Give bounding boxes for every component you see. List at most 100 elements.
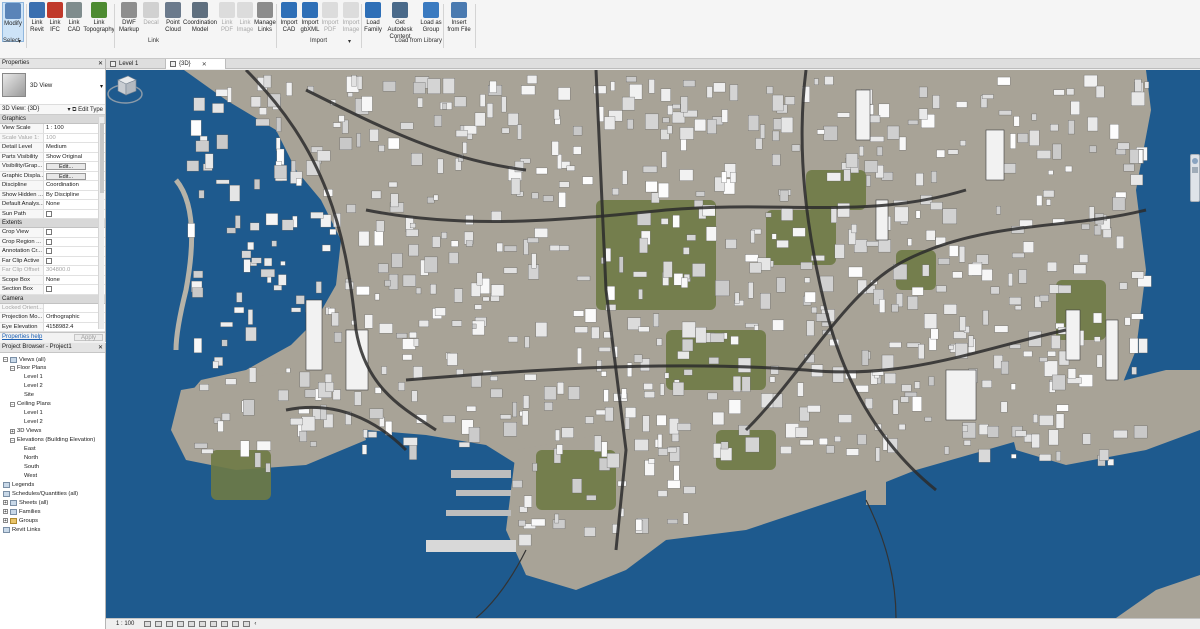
- import-pdf-button[interactable]: Import PDF: [320, 2, 340, 42]
- shadows-icon[interactable]: [177, 621, 185, 627]
- browser-item[interactable]: Level 2: [24, 418, 43, 427]
- browser-item[interactable]: + Sheets (all): [3, 498, 48, 507]
- 3d-viewport[interactable]: [106, 70, 1200, 618]
- property-value[interactable]: [44, 237, 105, 246]
- load-family-button[interactable]: Load Family: [364, 2, 382, 42]
- navigation-bar[interactable]: [1190, 154, 1200, 202]
- chevron-down-icon[interactable]: ▾: [100, 83, 103, 90]
- collapse-icon[interactable]: −: [10, 437, 15, 443]
- reveal-hidden-icon[interactable]: [243, 621, 251, 627]
- viewcube-icon[interactable]: [106, 70, 144, 108]
- collapse-icon[interactable]: −: [3, 357, 8, 363]
- detail-level-icon[interactable]: [144, 621, 152, 627]
- edit-button[interactable]: Edit...: [46, 172, 86, 180]
- browser-item[interactable]: Level 2: [24, 382, 43, 391]
- property-value[interactable]: [44, 285, 105, 294]
- modify-button[interactable]: Modify: [2, 2, 24, 42]
- property-value[interactable]: Show Original: [44, 152, 105, 161]
- checkbox[interactable]: [46, 238, 52, 245]
- property-value[interactable]: [44, 228, 105, 237]
- category-graphics[interactable]: Graphics: [0, 115, 105, 124]
- type-selector[interactable]: 3D View ▾: [0, 69, 105, 105]
- render-icon[interactable]: [188, 621, 196, 627]
- browser-item[interactable]: Level 1: [24, 409, 43, 418]
- browser-item[interactable]: +3D Views: [10, 427, 41, 436]
- chevron-down-icon[interactable]: ▾: [18, 38, 21, 45]
- expand-icon[interactable]: +: [10, 428, 15, 434]
- property-value[interactable]: 4158982.4: [44, 322, 105, 331]
- dwf-markup-button[interactable]: DWF Markup: [118, 2, 140, 42]
- property-value[interactable]: Coordination: [44, 181, 105, 190]
- sun-path-icon[interactable]: [166, 621, 174, 627]
- link-image-button[interactable]: Link Image: [236, 2, 254, 42]
- checkbox[interactable]: [46, 248, 52, 254]
- property-value[interactable]: Medium: [44, 143, 105, 152]
- coordination-model-button[interactable]: Coordination Model: [183, 2, 217, 42]
- link-topography-button[interactable]: Link Topography: [83, 2, 115, 42]
- chevron-down-icon[interactable]: ▾: [348, 38, 351, 45]
- browser-item[interactable]: Revit Links: [3, 525, 40, 534]
- browser-item[interactable]: − Views (all): [3, 355, 46, 364]
- unlock-3d-icon[interactable]: [221, 621, 229, 627]
- close-icon[interactable]: ✕: [202, 61, 207, 68]
- show-crop-icon[interactable]: [210, 621, 218, 627]
- insert-from-file-button[interactable]: Insert from File: [446, 2, 472, 42]
- browser-item[interactable]: Site: [24, 391, 34, 400]
- browser-item[interactable]: South: [24, 462, 39, 471]
- load-as-group-button[interactable]: Load as Group: [420, 2, 442, 42]
- temporary-hide-icon[interactable]: [232, 621, 240, 627]
- link-pdf-button[interactable]: Link PDF: [218, 2, 236, 42]
- zoom-icon[interactable]: [1192, 167, 1198, 173]
- browser-item[interactable]: Legends: [3, 480, 34, 489]
- edit-type-button[interactable]: ▾ ⧉ Edit Type: [67, 106, 103, 113]
- browser-item[interactable]: West: [24, 471, 37, 480]
- chevron-left-icon[interactable]: ‹: [254, 621, 256, 627]
- get-autodesk-content-button[interactable]: Get Autodesk Content: [383, 2, 417, 42]
- properties-scrollbar[interactable]: [98, 117, 104, 329]
- property-value[interactable]: [44, 247, 105, 256]
- visual-style-icon[interactable]: [155, 621, 163, 627]
- checkbox[interactable]: [46, 210, 52, 217]
- link-revit-button[interactable]: Link Revit: [28, 2, 46, 42]
- property-value[interactable]: Edit...: [44, 162, 105, 171]
- checkbox[interactable]: [46, 257, 52, 264]
- tab-level-1[interactable]: Level 1: [106, 59, 166, 69]
- edit-button[interactable]: Edit...: [46, 163, 86, 170]
- property-value[interactable]: [44, 209, 105, 218]
- property-value[interactable]: None: [44, 275, 105, 284]
- expand-icon[interactable]: +: [3, 509, 8, 515]
- steering-wheel-icon[interactable]: [1192, 158, 1198, 164]
- crop-view-icon[interactable]: [199, 621, 207, 627]
- properties-help-link[interactable]: Properties help: [2, 334, 42, 341]
- property-value[interactable]: None: [44, 200, 105, 209]
- browser-item[interactable]: + Groups: [3, 516, 38, 525]
- scrollbar-thumb[interactable]: [100, 123, 104, 193]
- apply-button[interactable]: Apply: [73, 334, 103, 341]
- browser-item[interactable]: + Families: [3, 507, 41, 516]
- collapse-icon[interactable]: −: [10, 365, 15, 371]
- category-extents[interactable]: Extents: [0, 219, 105, 228]
- browser-item[interactable]: − Floor Plans: [10, 364, 46, 373]
- decal-button[interactable]: Decal: [142, 2, 160, 42]
- browser-item[interactable]: East: [24, 445, 36, 454]
- expand-icon[interactable]: +: [3, 518, 8, 524]
- point-cloud-button[interactable]: Point Cloud: [163, 2, 183, 42]
- expand-icon[interactable]: +: [3, 500, 8, 506]
- checkbox[interactable]: [46, 286, 52, 292]
- manage-links-button[interactable]: Manage Links: [254, 2, 276, 42]
- browser-item[interactable]: North: [24, 453, 38, 462]
- link-ifc-button[interactable]: Link IFC: [46, 2, 64, 42]
- import-gbxml-button[interactable]: Import gbXML: [300, 2, 320, 42]
- property-value[interactable]: 1 : 100: [44, 124, 105, 133]
- browser-item[interactable]: Schedules/Quantities (all): [3, 489, 78, 498]
- property-value[interactable]: By Discipline: [44, 190, 105, 199]
- browser-item[interactable]: − Ceiling Plans: [10, 400, 51, 409]
- browser-item[interactable]: − Elevations (Building Elevation): [10, 436, 95, 445]
- property-value[interactable]: Orthographic: [44, 313, 105, 322]
- link-cad-button[interactable]: Link CAD: [65, 2, 83, 42]
- property-value[interactable]: Edit...: [44, 171, 105, 180]
- checkbox[interactable]: [46, 229, 52, 235]
- import-image-button[interactable]: Import Image: [341, 2, 361, 42]
- browser-item[interactable]: Level 1: [24, 373, 43, 382]
- view-scale[interactable]: 1 : 100: [106, 621, 144, 627]
